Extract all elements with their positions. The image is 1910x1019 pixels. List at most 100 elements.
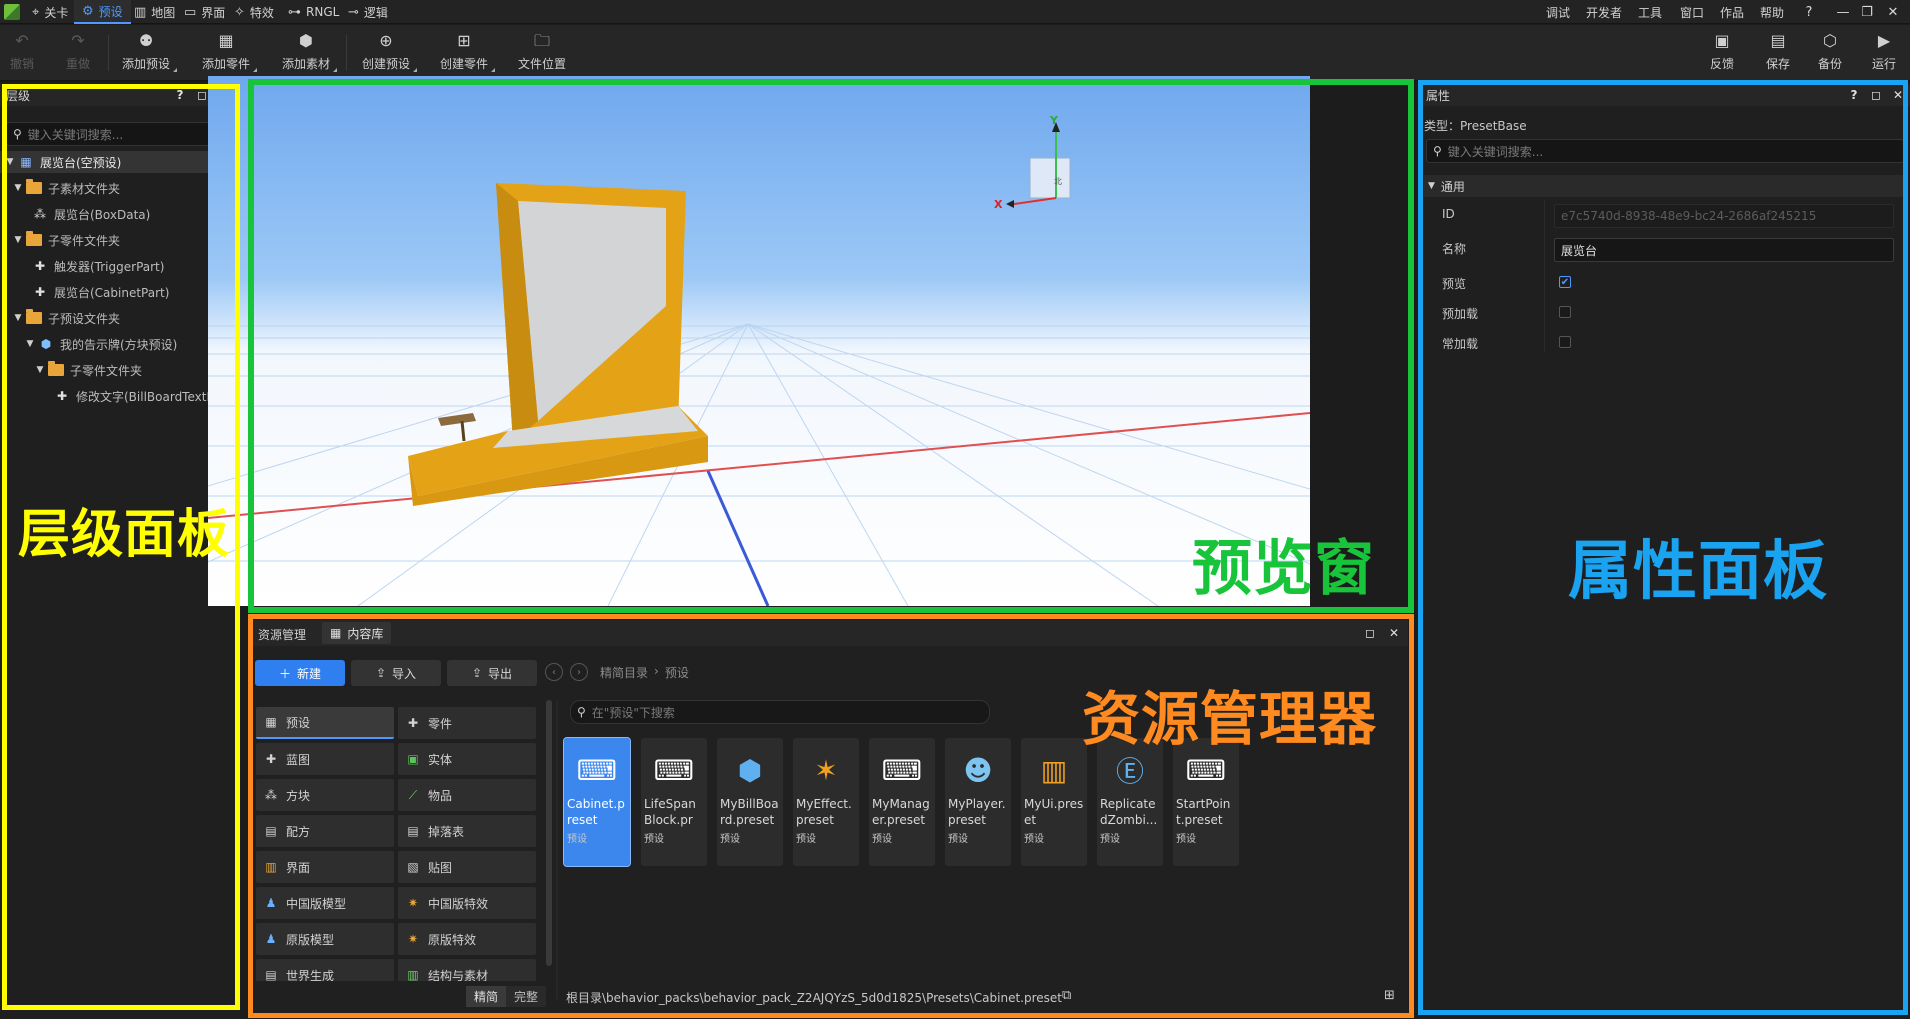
file-tile[interactable]: ⌨ StartPoint.preset 预设 <box>1173 738 1239 866</box>
file-tile[interactable]: ✶ MyEffect.preset 预设 <box>793 738 859 866</box>
tree-item[interactable]: ⁂ 展览台(BoxData) <box>0 203 150 225</box>
file-tile[interactable]: ⬢ MyBillBoard.preset 预设 <box>717 738 783 866</box>
category-part[interactable]: ✚ 零件 <box>398 707 536 739</box>
create-preset-button[interactable]: ⊕ 创建预设 <box>362 31 418 72</box>
restore-icon[interactable]: ❐ <box>1856 2 1878 22</box>
file-tile[interactable]: ⌨ Cabinet.preset 预设 <box>563 737 631 867</box>
redo-button[interactable]: ↷ 重做 <box>66 31 90 72</box>
tree-item[interactable]: ▼ 子预设文件夹 <box>0 307 120 329</box>
file-tile[interactable]: ▥ MyUi.preset 预设 <box>1021 738 1087 866</box>
tab-ui[interactable]: ▭ 界面 <box>176 0 233 24</box>
close-icon[interactable]: ✕ <box>1386 625 1402 641</box>
add-preset-button[interactable]: ⚉ 添加预设 <box>122 31 178 72</box>
add-asset-button[interactable]: ⬢ 添加素材 <box>282 31 338 72</box>
add-part-button[interactable]: ▦ 添加零件 <box>202 31 258 72</box>
category-vanilla-model[interactable]: ♟ 原版模型 <box>256 923 394 955</box>
tree-item[interactable]: ✚ 展览台(CabinetPart) <box>0 281 169 303</box>
tab-rngl[interactable]: ⊶ RNGL <box>280 0 347 24</box>
category-cn-model[interactable]: ♟ 中国版模型 <box>256 887 394 919</box>
file-tile[interactable]: Ⓔ ReplicatedZombi... 预设 <box>1097 738 1163 866</box>
menu-debug[interactable]: 调试 <box>1546 0 1570 24</box>
menu-works[interactable]: 作品 <box>1720 0 1744 24</box>
tree-item[interactable]: ✚ 修改文字(BillBoardTextPa... <box>0 385 236 407</box>
caret-down-icon[interactable]: ▼ <box>12 183 24 193</box>
category-loot[interactable]: ▤ 掉落表 <box>398 815 536 847</box>
help-icon[interactable]: ? <box>1846 87 1862 103</box>
tree-item[interactable]: ✚ 触发器(TriggerPart) <box>0 255 164 277</box>
file-tile[interactable]: ⌨LifeSpanBlock.pre...预设 <box>641 738 707 866</box>
caret-down-icon[interactable]: ▼ <box>24 339 36 349</box>
category-block[interactable]: ⁂ 方块 <box>256 779 394 811</box>
tab-effect[interactable]: ✧ 特效 <box>226 0 282 24</box>
menu-developer[interactable]: 开发者 <box>1586 0 1622 24</box>
tab-map[interactable]: ▥ 地图 <box>126 0 183 24</box>
tab-preset[interactable]: ⚙ 预设 <box>74 0 131 24</box>
section-general[interactable]: ▼ 通用 <box>1424 175 1904 197</box>
orientation-gizmo[interactable]: 北 Y X <box>994 114 1071 211</box>
category-texture[interactable]: ▧ 贴图 <box>398 851 536 883</box>
create-part-button[interactable]: ⊞ 创建零件 <box>440 31 496 72</box>
resident-checkbox[interactable] <box>1559 336 1571 348</box>
breadcrumb-root[interactable]: 精简目录 <box>600 664 648 681</box>
name-field[interactable]: 展览台 <box>1554 238 1894 262</box>
tree-item[interactable]: ▼ 子素材文件夹 <box>0 177 120 199</box>
new-button[interactable]: ＋新建 <box>255 660 345 686</box>
menu-help[interactable]: 帮助 <box>1760 0 1784 24</box>
help-icon[interactable]: ? <box>172 87 188 103</box>
run-button[interactable]: ▶ 运行 <box>1872 31 1896 72</box>
breadcrumb-leaf[interactable]: 预设 <box>665 664 689 681</box>
import-button[interactable]: ⇪ 导入 <box>351 660 441 686</box>
menu-tools[interactable]: 工具 <box>1638 0 1662 24</box>
category-vanilla-effect[interactable]: ✷ 原版特效 <box>398 923 536 955</box>
copy-icon[interactable]: ⧉ <box>1062 988 1071 1003</box>
view-full-button[interactable]: 完整 <box>506 986 546 1007</box>
resource-search-input[interactable]: ⚲ 在"预设"下搜索 <box>570 700 990 724</box>
feedback-button[interactable]: ▣ 反馈 <box>1710 31 1734 72</box>
file-tile[interactable]: ☻ MyPlayer.preset 预设 <box>945 738 1011 866</box>
tab-resource-manager[interactable]: 资源管理 <box>254 624 310 644</box>
category-entity[interactable]: ▣ 实体 <box>398 743 536 775</box>
caret-down-icon[interactable]: ▼ <box>4 157 16 167</box>
preload-checkbox[interactable] <box>1559 306 1571 318</box>
tree-item[interactable]: ▼ ▦ 展览台(空预设) <box>0 151 238 173</box>
hierarchy-search-input[interactable]: ⚲ 键入关键词搜索... <box>6 122 234 146</box>
category-recipe[interactable]: ▤ 配方 <box>256 815 394 847</box>
tree-item[interactable]: ▼ ⬢ 我的告示牌(方块预设) <box>0 333 178 355</box>
grid-view-icon[interactable]: ⊞ <box>1384 988 1395 1003</box>
properties-search-input[interactable]: ⚲ 键入关键词搜索... <box>1426 139 1904 163</box>
caret-down-icon[interactable]: ▼ <box>12 235 24 245</box>
help-icon[interactable]: ? <box>1798 2 1820 22</box>
scene-viewport[interactable]: 北 Y X <box>208 76 1310 606</box>
forward-icon[interactable]: › <box>570 663 588 681</box>
tab-level[interactable]: ⌖ 关卡 <box>24 0 76 24</box>
file-tile[interactable]: ⌨ MyManager.preset 预设 <box>869 738 935 866</box>
tab-logic[interactable]: ⊸ 逻辑 <box>340 0 396 24</box>
export-button[interactable]: ⇪ 导出 <box>447 660 537 686</box>
view-simple-button[interactable]: 精简 <box>466 986 507 1007</box>
category-scrollbar[interactable] <box>546 700 552 966</box>
save-button[interactable]: ▤ 保存 <box>1766 31 1790 72</box>
maximize-icon[interactable]: ◻ <box>1868 87 1884 103</box>
category-worldgen[interactable]: ▤ 世界生成 <box>256 959 394 981</box>
splitter[interactable] <box>556 700 558 1000</box>
category-preset[interactable]: ▦ 预设 <box>256 707 394 739</box>
category-blueprint[interactable]: ✚ 蓝图 <box>256 743 394 775</box>
close-icon[interactable]: ✕ <box>1882 2 1904 22</box>
menu-window[interactable]: 窗口 <box>1680 0 1704 24</box>
tree-item[interactable]: ▼ 子零件文件夹 <box>0 359 142 381</box>
minimize-icon[interactable]: — <box>1832 2 1854 22</box>
close-icon[interactable]: ✕ <box>1890 87 1906 103</box>
category-item[interactable]: ⟋ 物品 <box>398 779 536 811</box>
category-structure[interactable]: ▥ 结构与素材 <box>398 959 536 981</box>
preview-checkbox[interactable]: ✔ <box>1559 276 1571 288</box>
tree-item[interactable]: ▼ 子零件文件夹 <box>0 229 120 251</box>
category-cn-effect[interactable]: ✷ 中国版特效 <box>398 887 536 919</box>
maximize-icon[interactable]: ◻ <box>1362 625 1378 641</box>
undo-button[interactable]: ↶ 撤销 <box>10 31 34 72</box>
caret-down-icon[interactable]: ▼ <box>34 365 46 375</box>
tab-content-library[interactable]: ▦ 内容库 <box>322 622 392 644</box>
back-icon[interactable]: ‹ <box>545 663 563 681</box>
category-ui[interactable]: ▥ 界面 <box>256 851 394 883</box>
backup-button[interactable]: ⬡ 备份 <box>1818 31 1842 72</box>
file-location-button[interactable]: 🗀 文件位置 <box>518 31 566 72</box>
